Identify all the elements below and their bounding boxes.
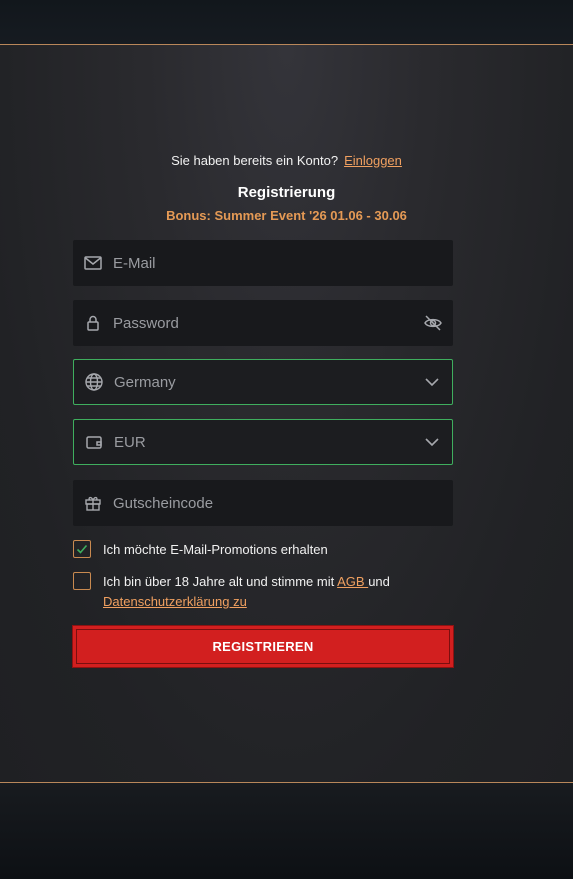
- register-button-label: REGISTRIEREN: [212, 639, 314, 654]
- password-placeholder: Password: [113, 314, 179, 332]
- login-prompt: Sie haben bereits ein Konto? Einloggen: [0, 153, 573, 168]
- eye-off-icon[interactable]: [422, 312, 444, 334]
- privacy-link[interactable]: Datenschutzerklärung zu: [103, 594, 247, 609]
- terms-text: Ich bin über 18 Jahre alt und stimme mit: [103, 574, 338, 589]
- email-field[interactable]: E-Mail: [73, 240, 453, 286]
- wallet-icon: [84, 432, 104, 452]
- chevron-down-icon[interactable]: [421, 431, 443, 453]
- agb-link[interactable]: AGB: [337, 574, 368, 589]
- email-placeholder: E-Mail: [113, 254, 156, 272]
- promo-checkbox[interactable]: [73, 540, 91, 558]
- mail-icon: [83, 253, 103, 273]
- lock-icon: [83, 313, 103, 333]
- bottom-band: [0, 783, 573, 879]
- globe-icon: [84, 372, 104, 392]
- login-link[interactable]: Einloggen: [344, 153, 402, 168]
- bonus-text: Bonus: Summer Event '26 01.06 - 30.06: [166, 208, 407, 223]
- chevron-down-icon[interactable]: [421, 371, 443, 393]
- voucher-placeholder: Gutscheincode: [113, 494, 214, 512]
- terms-checkbox-row: Ich bin über 18 Jahre alt und stimme mit…: [73, 572, 463, 612]
- top-band: [0, 0, 573, 45]
- country-select[interactable]: Germany: [73, 359, 453, 405]
- country-value: Germany: [114, 373, 176, 391]
- gift-icon: [83, 493, 103, 513]
- register-button[interactable]: REGISTRIEREN: [72, 625, 454, 668]
- voucher-field[interactable]: Gutscheincode: [73, 480, 453, 526]
- terms-and-text: und: [368, 574, 390, 589]
- form-title: Registrierung: [237, 184, 336, 201]
- login-prompt-text: Sie haben bereits ein Konto?: [171, 153, 339, 168]
- promo-checkbox-label: Ich möchte E-Mail-Promotions erhalten: [103, 542, 328, 557]
- password-field[interactable]: Password: [73, 300, 453, 346]
- promo-checkbox-row: Ich möchte E-Mail-Promotions erhalten: [73, 540, 463, 560]
- terms-checkbox-label: Ich bin über 18 Jahre alt und stimme mit…: [103, 572, 390, 612]
- check-icon: [76, 544, 88, 554]
- currency-value: EUR: [114, 433, 146, 451]
- terms-checkbox[interactable]: [73, 572, 91, 590]
- currency-select[interactable]: EUR: [73, 419, 453, 465]
